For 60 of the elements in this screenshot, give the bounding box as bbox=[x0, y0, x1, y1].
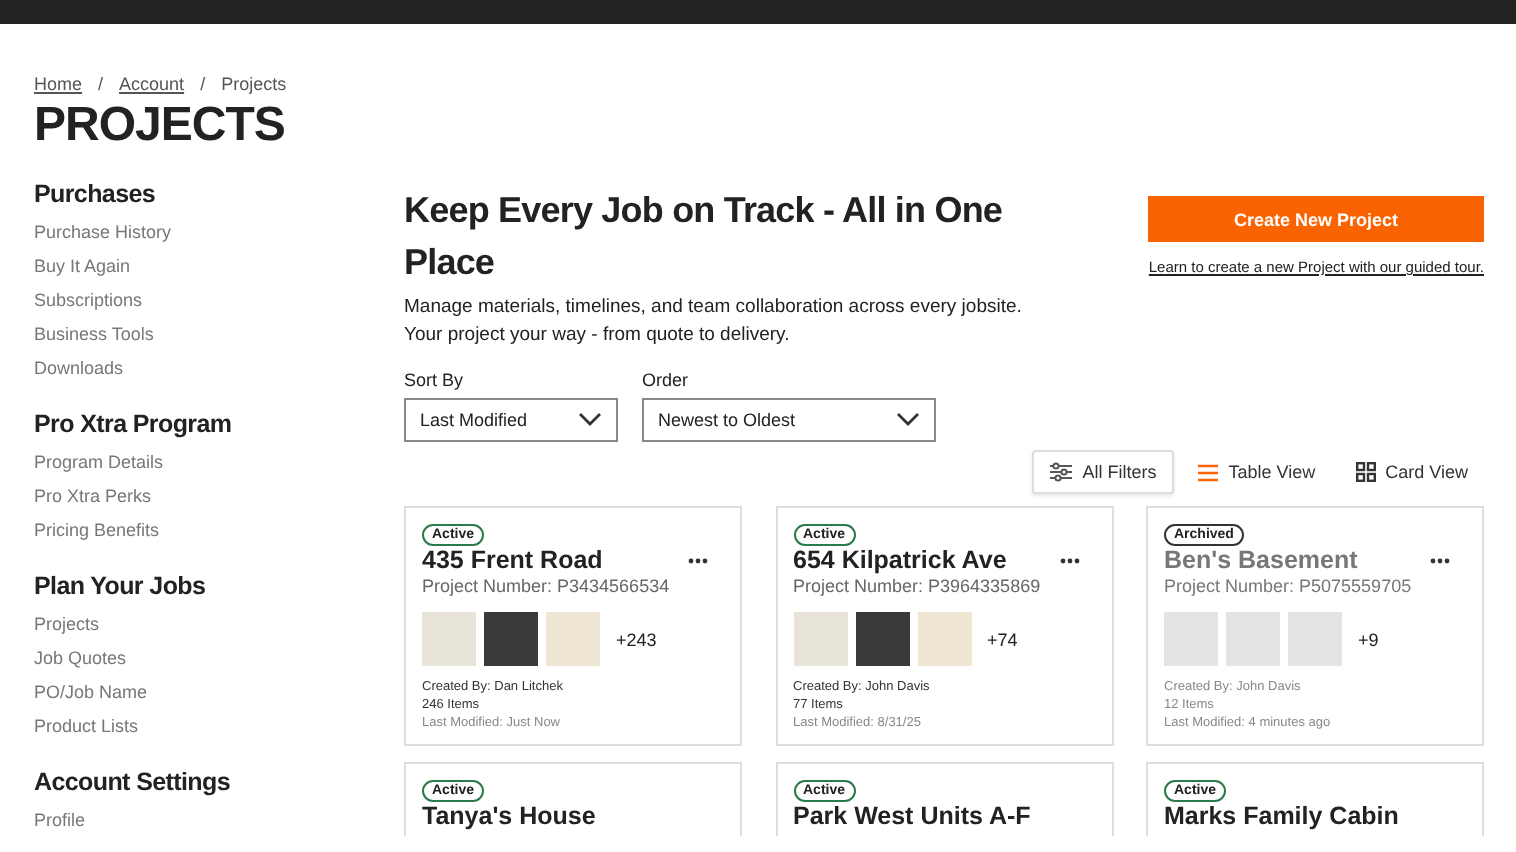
sidebar-heading: Plan Your Jobs bbox=[34, 572, 206, 600]
breadcrumb-link[interactable]: Account bbox=[119, 74, 185, 94]
grid-icon bbox=[1355, 462, 1376, 482]
project-name: Marks Family Cabin bbox=[1164, 802, 1399, 832]
sidebar-link[interactable]: Business Tools bbox=[34, 318, 154, 352]
more-options-icon[interactable] bbox=[1430, 558, 1450, 564]
hero-description: Manage materials, timelines, and team collaboration across every jobsite. bbox=[404, 294, 1024, 322]
more-options-icon[interactable] bbox=[1059, 558, 1079, 564]
sidebar-link[interactable]: Pricing Benefits bbox=[34, 514, 160, 548]
sidebar-link[interactable]: Program Details bbox=[34, 446, 164, 480]
more-options-icon[interactable] bbox=[688, 558, 708, 564]
breadcrumb-separator: / bbox=[200, 74, 206, 94]
dropdown[interactable]: Last Modified bbox=[404, 398, 618, 442]
breadcrumb-current: Projects bbox=[221, 74, 287, 94]
photo-placeholder bbox=[917, 612, 971, 666]
sliders-icon bbox=[1050, 462, 1073, 482]
photo-placeholder bbox=[1226, 612, 1280, 666]
list-icon bbox=[1198, 463, 1219, 481]
dropdown-label: Sort By bbox=[404, 370, 464, 390]
sidebar-link[interactable]: Projects bbox=[34, 608, 100, 642]
chevron-down-icon bbox=[896, 412, 920, 428]
sidebar-link[interactable]: Job Quotes bbox=[34, 642, 127, 676]
project-name: Ben's Basement bbox=[1164, 546, 1358, 576]
chevron-down-icon bbox=[578, 412, 602, 428]
photo-placeholder bbox=[1164, 612, 1218, 666]
sidebar-link[interactable]: Product Lists bbox=[34, 710, 139, 744]
sidebar-link[interactable]: PO/Job Name bbox=[34, 676, 148, 710]
more-items-count: +243 bbox=[616, 629, 657, 649]
photo-placeholder bbox=[422, 612, 476, 666]
photo-placeholder bbox=[793, 612, 847, 666]
project-number: Project Number: P3434566534 bbox=[422, 576, 670, 596]
hero-heading: Keep Every Job on Track - All in One Place bbox=[404, 188, 1005, 286]
sidebar-heading: Pro Xtra Program bbox=[34, 410, 232, 438]
sidebar-link[interactable]: Buy It Again bbox=[34, 250, 131, 284]
sidebar-link[interactable]: Purchase History bbox=[34, 216, 172, 250]
sidebar-link[interactable]: Profile bbox=[34, 804, 86, 838]
photo-placeholder bbox=[484, 612, 538, 666]
sidebar-link[interactable]: Downloads bbox=[34, 352, 124, 386]
more-items-count: +74 bbox=[987, 629, 1018, 649]
project-number: Project Number: P3964335869 bbox=[793, 576, 1041, 596]
page-title: PROJECTS bbox=[34, 102, 287, 150]
sidebar-link[interactable]: Subscriptions bbox=[34, 284, 143, 318]
more-items-count: +9 bbox=[1358, 629, 1379, 649]
hero-description: Your project your way - from quote to delivery. bbox=[404, 322, 792, 350]
sidebar-link[interactable]: Pro Xtra Perks bbox=[34, 480, 152, 514]
dropdown[interactable]: Newest to Oldest bbox=[642, 398, 936, 442]
photo-placeholder bbox=[546, 612, 600, 666]
project-name: 654 Kilpatrick Ave bbox=[793, 546, 1007, 576]
sidebar-heading: Account Settings bbox=[34, 768, 230, 796]
project-name: Tanya's House bbox=[422, 802, 596, 832]
breadcrumb-link[interactable]: Home bbox=[34, 74, 83, 94]
photo-placeholder bbox=[1288, 612, 1342, 666]
breadcrumb-separator: / bbox=[98, 74, 104, 94]
project-number: Project Number: P5075559705 bbox=[1164, 576, 1412, 596]
sidebar-heading: Purchases bbox=[34, 180, 156, 208]
dropdown-label: Order bbox=[642, 370, 689, 390]
project-name: 435 Frent Road bbox=[422, 546, 603, 576]
all-filters-button[interactable]: All Filters bbox=[1032, 450, 1175, 494]
photo-placeholder bbox=[855, 612, 909, 666]
project-name: Park West Units A-F bbox=[793, 802, 1031, 832]
